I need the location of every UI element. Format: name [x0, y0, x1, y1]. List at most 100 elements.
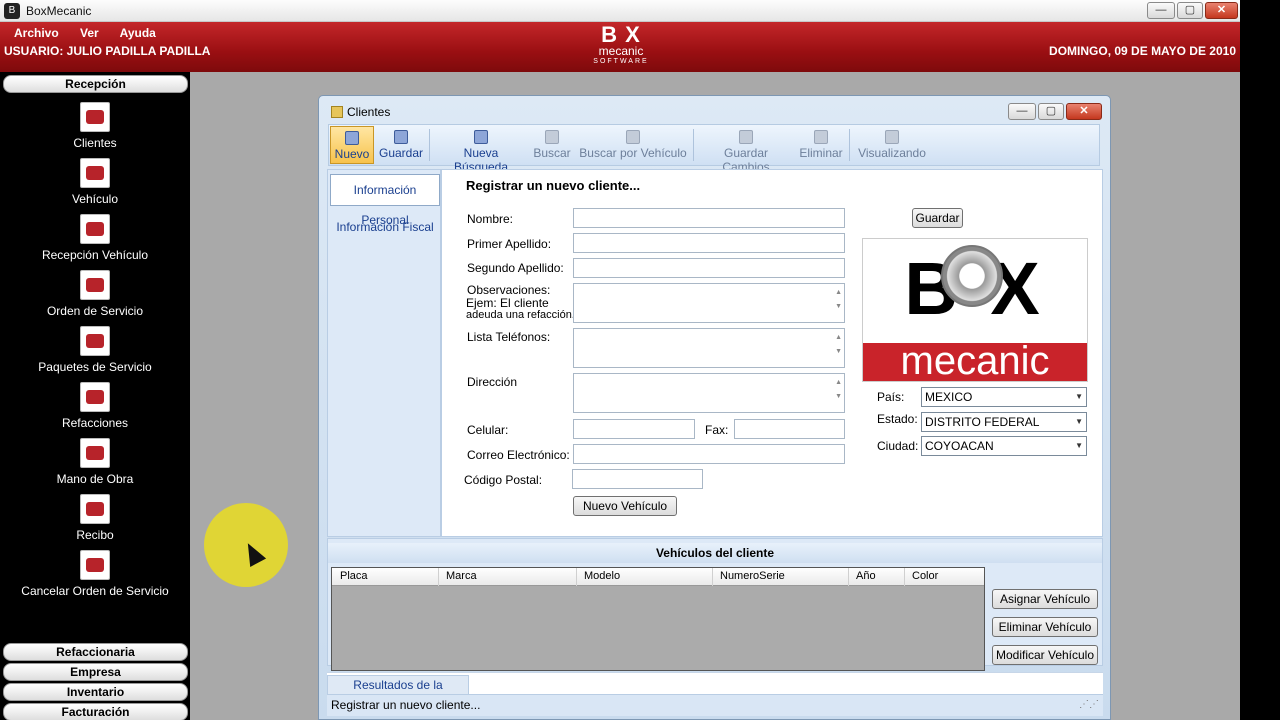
telefonos-label: Lista Teléfonos: — [467, 330, 551, 344]
correo-input[interactable] — [573, 444, 845, 464]
sidebar-section-empresa[interactable]: Empresa — [3, 663, 188, 681]
guardar-toolbar-button[interactable]: Guardar — [378, 126, 424, 164]
tab-resultados-busqueda[interactable]: Resultados de la búsqueda — [327, 675, 469, 710]
header-logo: B X mecanic SOFTWARE — [593, 22, 649, 66]
sidebar-item-cancelar-orden[interactable]: Cancelar Orden de Servicio — [0, 550, 190, 598]
column-numeroserie[interactable]: NumeroSerie — [720, 570, 785, 582]
vehiculos-grid[interactable]: Placa Marca Modelo NumeroSerie Año Color — [331, 567, 985, 671]
pais-label: País: — [877, 390, 905, 404]
close-button[interactable]: ✕ — [1205, 2, 1238, 19]
nuevo-vehiculo-button[interactable]: Nuevo Vehículo — [573, 496, 677, 516]
column-ano[interactable]: Año — [856, 570, 876, 582]
window-title: BoxMecanic — [26, 4, 92, 18]
car-icon — [80, 158, 110, 188]
clientes-close-button[interactable]: ✕ — [1066, 103, 1102, 120]
buscar-button[interactable]: Buscar — [532, 126, 572, 164]
observaciones-hint: adeuda una refacción. — [466, 309, 575, 321]
sidebar-item-mano-obra[interactable]: Mano de Obra — [0, 438, 190, 486]
tab-informacion-fiscal[interactable]: Información Fiscal — [330, 220, 440, 234]
modificar-vehiculo-button[interactable]: Modificar Vehículo — [992, 645, 1098, 665]
fax-label: Fax: — [705, 423, 729, 437]
view-icon — [885, 130, 899, 144]
window-titlebar: B BoxMecanic — ▢ ✕ — [0, 0, 1240, 22]
nut-icon — [941, 245, 1003, 307]
estado-label: Estado: — [877, 412, 918, 426]
column-color[interactable]: Color — [912, 570, 938, 582]
sidebar: Recepción Clientes Vehículo Recepción Ve… — [0, 72, 190, 720]
codigo-postal-input[interactable] — [572, 469, 703, 489]
eliminar-vehiculo-button[interactable]: Eliminar Vehículo — [992, 617, 1098, 637]
ciudad-label: Ciudad: — [877, 439, 919, 453]
sidebar-item-paquetes-servicio[interactable]: Paquetes de Servicio — [0, 326, 190, 374]
toolbar-separator — [693, 129, 694, 161]
clients-window-icon — [331, 106, 343, 118]
column-modelo[interactable]: Modelo — [584, 570, 620, 582]
observaciones-hint: Ejem: El cliente — [466, 296, 549, 310]
guardar-cambios-button[interactable]: Guardar Cambios — [700, 126, 792, 174]
column-placa[interactable]: Placa — [340, 570, 368, 582]
package-icon — [80, 326, 110, 356]
sidebar-section-inventario[interactable]: Inventario — [3, 683, 188, 701]
primer-apellido-label: Primer Apellido: — [467, 237, 552, 251]
resize-grip-icon[interactable]: ⋰⋰ — [1079, 695, 1099, 715]
sidebar-section-recepcion[interactable]: Recepción — [3, 75, 188, 93]
visualizando-button[interactable]: Visualizando — [855, 126, 929, 164]
tools-icon — [80, 382, 110, 412]
clientes-window: Clientes — ▢ ✕ Nuevo Guardar Nueva Búsqu… — [318, 95, 1111, 720]
right-border — [1240, 0, 1280, 720]
nueva-busqueda-button[interactable]: Nueva Búsqueda — [435, 126, 527, 174]
sidebar-item-recepcion-vehiculo[interactable]: Recepción Vehículo — [0, 214, 190, 262]
direccion-label: Dirección — [467, 375, 518, 389]
buscar-por-vehiculo-button[interactable]: Buscar por Vehículo — [578, 126, 688, 164]
menu-archivo[interactable]: Archivo — [14, 26, 59, 40]
sidebar-item-recibo[interactable]: Recibo — [0, 494, 190, 542]
segundo-apellido-input[interactable] — [573, 258, 845, 278]
sidebar-item-vehiculo[interactable]: Vehículo — [0, 158, 190, 206]
pais-select[interactable]: MEXICO — [921, 387, 1087, 407]
status-bar: Registrar un nuevo cliente... ⋰⋰ — [327, 694, 1103, 716]
estado-select[interactable]: DISTRITO FEDERAL — [921, 412, 1087, 432]
tab-informacion-personal[interactable]: Información Personal — [330, 174, 440, 227]
sidebar-item-orden-servicio[interactable]: Orden de Servicio — [0, 270, 190, 318]
correo-label: Correo Electrónico: — [467, 448, 570, 462]
maximize-button[interactable]: ▢ — [1177, 2, 1203, 19]
search-icon — [545, 130, 559, 144]
ciudad-select[interactable]: COYOACAN — [921, 436, 1087, 456]
direccion-textarea[interactable] — [573, 373, 845, 413]
celular-input[interactable] — [573, 419, 695, 439]
celular-label: Celular: — [467, 423, 509, 437]
clientes-maximize-button[interactable]: ▢ — [1038, 103, 1064, 120]
sidebar-section-refaccionaria[interactable]: Refaccionaria — [3, 643, 188, 661]
nombre-input[interactable] — [573, 208, 845, 228]
status-text: Registrar un nuevo cliente... — [331, 698, 481, 712]
clients-icon — [80, 102, 110, 132]
sidebar-item-clientes[interactable]: Clientes — [0, 102, 190, 150]
column-marca[interactable]: Marca — [446, 570, 477, 582]
app-header: Archivo Ver Ayuda USUARIO: JULIO PADILLA… — [0, 22, 1240, 72]
primer-apellido-input[interactable] — [573, 233, 845, 253]
toolbar-separator — [429, 129, 430, 161]
clientes-toolbar: Nuevo Guardar Nueva Búsqueda Buscar Busc… — [328, 124, 1100, 174]
fax-input[interactable] — [734, 419, 845, 439]
receipt-icon — [80, 494, 110, 524]
mechanic-icon — [80, 438, 110, 468]
sidebar-item-refacciones[interactable]: Refacciones — [0, 382, 190, 430]
nombre-label: Nombre: — [467, 212, 514, 226]
menu-ver[interactable]: Ver — [80, 26, 99, 40]
clientes-minimize-button[interactable]: — — [1008, 103, 1036, 120]
observaciones-textarea[interactable] — [573, 283, 845, 323]
clientes-window-title: Clientes — [347, 105, 391, 119]
nuevo-button[interactable]: Nuevo — [330, 126, 374, 164]
guardar-form-button[interactable]: Guardar — [912, 208, 963, 228]
asignar-vehiculo-button[interactable]: Asignar Vehículo — [992, 589, 1098, 609]
menu-ayuda[interactable]: Ayuda — [120, 26, 156, 40]
save-icon — [394, 130, 408, 144]
eliminar-button[interactable]: Eliminar — [798, 126, 844, 164]
form-heading: Registrar un nuevo cliente... — [466, 178, 641, 193]
car-arrow-icon — [80, 214, 110, 244]
user-label: USUARIO: JULIO PADILLA PADILLA — [4, 44, 211, 58]
sidebar-section-facturacion[interactable]: Facturación — [3, 703, 188, 720]
minimize-button[interactable]: — — [1147, 2, 1175, 19]
segundo-apellido-label: Segundo Apellido: — [467, 261, 564, 275]
telefonos-textarea[interactable] — [573, 328, 845, 368]
